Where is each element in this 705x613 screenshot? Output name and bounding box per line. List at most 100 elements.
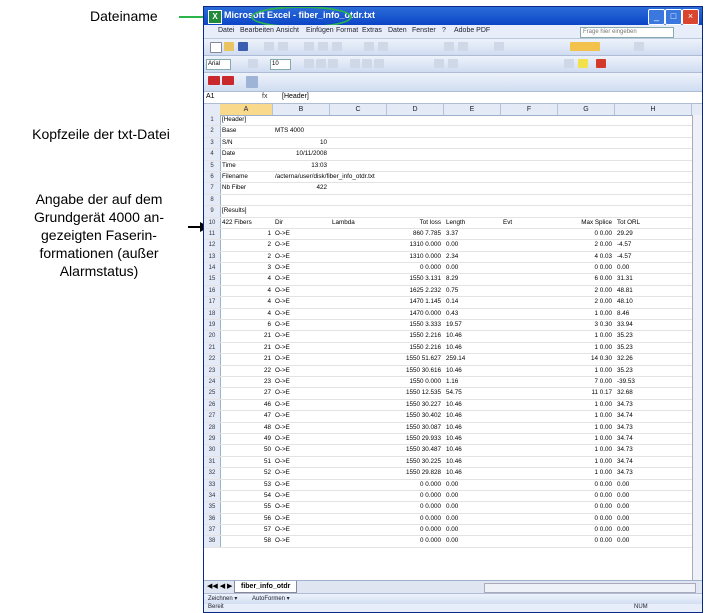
cell-d[interactable]: 1470 1.145 [389, 297, 441, 307]
cell-g[interactable]: 1 0.00 [560, 423, 612, 433]
close-button[interactable]: × [682, 9, 699, 25]
align-right-icon[interactable] [374, 59, 384, 68]
cell-h[interactable]: 0.00 [617, 491, 689, 501]
column-header-c[interactable]: C [330, 104, 387, 115]
cell-b[interactable]: O->E [275, 229, 327, 239]
row-header[interactable]: 26 [204, 399, 221, 411]
fx-icon[interactable]: fx [262, 93, 267, 100]
cell-b[interactable]: O->E [275, 400, 327, 410]
cell-h[interactable]: 35.23 [617, 331, 689, 341]
cell-e[interactable]: 0.00 [446, 240, 498, 250]
cell-b[interactable]: O->E [275, 252, 327, 262]
cell-e[interactable]: 0.00 [446, 536, 498, 546]
cell-b[interactable]: O->E [275, 480, 327, 490]
cell-a[interactable]: 23 [222, 377, 271, 387]
help-icon[interactable] [634, 42, 644, 51]
cell-e[interactable]: 3.37 [446, 229, 498, 239]
cell-a[interactable]: 2 [222, 240, 271, 250]
cell-b[interactable]: 10 [275, 138, 327, 148]
cell-a[interactable]: 47 [222, 411, 271, 421]
cell-b[interactable]: O->E [275, 514, 327, 524]
cell-a[interactable]: 53 [222, 480, 271, 490]
cut-icon[interactable] [304, 42, 314, 51]
cell-d[interactable]: 1550 2.216 [389, 343, 441, 353]
row-header[interactable]: 12 [204, 240, 221, 251]
cell-h[interactable]: 0.00 [617, 536, 689, 546]
cell-b[interactable]: O->E [275, 354, 327, 364]
cell-g[interactable]: 0 0.00 [560, 514, 612, 524]
row-header[interactable]: 16 [204, 285, 221, 297]
cell-b[interactable]: O->E [275, 445, 327, 455]
cell-c[interactable]: Lambda [332, 218, 384, 228]
cell-e[interactable]: 10.46 [446, 411, 498, 421]
cell-h[interactable]: 35.23 [617, 366, 689, 376]
cell-a[interactable]: 4 [222, 274, 271, 284]
cell-d[interactable]: 1625 2.232 [389, 286, 441, 296]
cell-d[interactable]: 860 7.785 [389, 229, 441, 239]
row-header[interactable]: 1 [204, 115, 221, 126]
row-header[interactable]: 13 [204, 251, 221, 263]
cell-a[interactable]: Date [222, 149, 271, 159]
cell-e[interactable]: 1.16 [446, 377, 498, 387]
cell-d[interactable]: 0 0.000 [389, 536, 441, 546]
row-header[interactable]: 27 [204, 411, 221, 422]
cell-g[interactable]: Max Splice [560, 218, 612, 228]
sort-icon[interactable] [458, 42, 468, 51]
cell-b[interactable]: O->E [275, 343, 327, 353]
cell-e[interactable]: 0.00 [446, 502, 498, 512]
cell-h[interactable]: 34.74 [617, 434, 689, 444]
copy-icon[interactable] [318, 42, 328, 51]
cell-e[interactable]: 0.75 [446, 286, 498, 296]
new-icon[interactable] [210, 42, 222, 53]
cell-h[interactable]: 35.23 [617, 343, 689, 353]
row-header[interactable]: 22 [204, 354, 221, 365]
cell-d[interactable]: 1550 30.087 [389, 423, 441, 433]
cell-g[interactable]: 1 0.00 [560, 309, 612, 319]
menu-bearbeiten[interactable]: Bearbeiten [240, 27, 274, 34]
column-header-h[interactable]: H [615, 104, 692, 115]
row-header[interactable]: 2 [204, 126, 221, 137]
cell-d[interactable]: 0 0.000 [389, 525, 441, 535]
underline-icon[interactable] [328, 59, 338, 68]
undo-icon[interactable] [364, 42, 374, 51]
vertical-scrollbar[interactable] [692, 115, 702, 580]
cell-a[interactable]: 6 [222, 320, 271, 330]
cell-e[interactable]: 0.00 [446, 491, 498, 501]
cell-b[interactable]: O->E [275, 388, 327, 398]
row-header[interactable]: 19 [204, 320, 221, 331]
minimize-button[interactable]: _ [648, 9, 665, 25]
cell-g[interactable]: 6 0.00 [560, 274, 612, 284]
cell-g[interactable]: 3 0.30 [560, 320, 612, 330]
row-header[interactable]: 4 [204, 149, 221, 160]
cell-g[interactable]: 2 0.00 [560, 240, 612, 250]
row-header[interactable]: 6 [204, 171, 221, 183]
cell-d[interactable]: 1550 2.216 [389, 331, 441, 341]
cell-d[interactable]: 1310 0.000 [389, 240, 441, 250]
cell-h[interactable]: 32.68 [617, 388, 689, 398]
row-header[interactable]: 24 [204, 376, 221, 388]
cell-h[interactable]: 0.00 [617, 480, 689, 490]
cell-a[interactable]: 48 [222, 423, 271, 433]
cell-b[interactable]: O->E [275, 536, 327, 546]
cell-h[interactable]: 34.74 [617, 457, 689, 467]
cell-e[interactable]: 10.46 [446, 423, 498, 433]
cell-e[interactable]: 19.57 [446, 320, 498, 330]
currency-icon[interactable] [434, 59, 444, 68]
cell-a[interactable]: Base [222, 126, 271, 136]
cell-e[interactable]: 54.75 [446, 388, 498, 398]
cell-g[interactable]: 1 0.00 [560, 400, 612, 410]
row-header[interactable]: 18 [204, 308, 221, 320]
borders-icon[interactable] [564, 59, 574, 68]
cell-d[interactable]: Tot loss [389, 218, 441, 228]
preview-icon[interactable] [278, 42, 288, 51]
cell-d[interactable]: 0 0.000 [389, 502, 441, 512]
cell-b[interactable]: O->E [275, 411, 327, 421]
cell-e[interactable]: 2.34 [446, 252, 498, 262]
cell-d[interactable]: 1550 3.333 [389, 320, 441, 330]
cell-d[interactable]: 1550 29.933 [389, 434, 441, 444]
cell-a[interactable]: 27 [222, 388, 271, 398]
sum-icon[interactable] [444, 42, 454, 51]
pdf-review-icon[interactable] [246, 76, 258, 88]
cell-h[interactable]: 0.00 [617, 525, 689, 535]
percent-icon[interactable] [448, 59, 458, 68]
